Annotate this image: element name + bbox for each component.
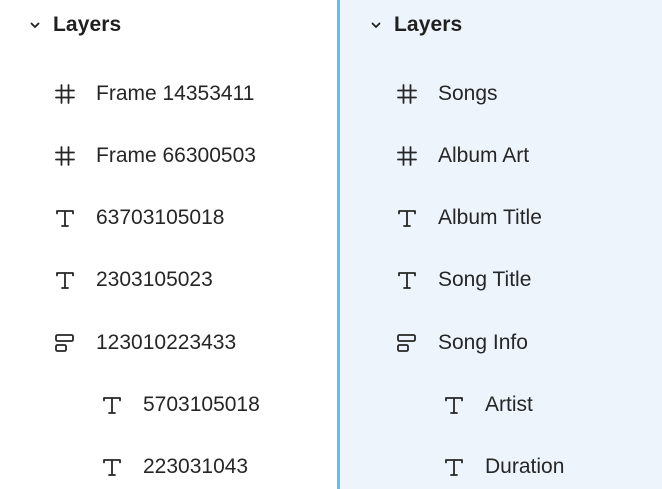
text-icon — [100, 455, 124, 479]
layer-row-text[interactable]: Artist — [442, 387, 533, 423]
chevron-down-icon[interactable] — [370, 19, 382, 31]
left-layers-panel: Layers Frame 14353411 Frame 66300503 637… — [0, 0, 337, 489]
right-layers-panel: Layers Songs Album Art Album Title Song — [340, 0, 662, 489]
layer-label: 2303105023 — [96, 268, 213, 291]
text-icon — [442, 393, 466, 417]
layer-row-text[interactable]: Duration — [442, 449, 564, 485]
layer-label: 63703105018 — [96, 206, 225, 229]
text-icon — [395, 206, 419, 230]
chevron-down-icon[interactable] — [29, 19, 41, 31]
text-icon — [100, 393, 124, 417]
layers-header[interactable]: Layers — [370, 10, 462, 40]
layers-header-label: Layers — [394, 13, 463, 36]
layer-label: Duration — [485, 455, 565, 478]
layer-label: 223031043 — [143, 455, 249, 478]
auto-layout-icon — [395, 331, 419, 355]
layer-label: Song Title — [438, 268, 532, 291]
layers-header-label: Layers — [53, 13, 122, 36]
layer-row-text[interactable]: 5703105018 — [100, 387, 260, 423]
layer-row-text[interactable]: 63703105018 — [53, 200, 224, 236]
text-icon — [53, 268, 77, 292]
layer-row-auto-layout[interactable]: 123010223433 — [53, 325, 236, 361]
layer-row-auto-layout[interactable]: Song Info — [395, 325, 528, 361]
layer-row-text[interactable]: 223031043 — [100, 449, 248, 485]
layer-row-text[interactable]: 2303105023 — [53, 262, 213, 298]
layer-label: Frame 14353411 — [96, 82, 255, 105]
layer-label: Album Art — [438, 144, 530, 167]
layer-label: Album Title — [438, 206, 542, 229]
frame-icon — [53, 144, 77, 168]
text-icon — [395, 268, 419, 292]
layer-row-text[interactable]: Song Title — [395, 262, 531, 298]
layer-row-text[interactable]: Album Title — [395, 200, 542, 236]
layer-label: 123010223433 — [96, 331, 237, 354]
layers-comparison: Layers Frame 14353411 Frame 66300503 637… — [0, 0, 662, 489]
auto-layout-icon — [53, 331, 77, 355]
text-icon — [53, 206, 77, 230]
layer-row-frame[interactable]: Album Art — [395, 138, 529, 174]
frame-icon — [53, 82, 77, 106]
layer-row-frame[interactable]: Songs — [395, 76, 498, 112]
text-icon — [442, 455, 466, 479]
frame-icon — [395, 144, 419, 168]
frame-icon — [395, 82, 419, 106]
layer-label: Songs — [438, 82, 498, 105]
layer-row-frame[interactable]: Frame 66300503 — [53, 138, 256, 174]
layer-label: 5703105018 — [143, 393, 260, 416]
layer-label: Artist — [485, 393, 533, 416]
layer-row-frame[interactable]: Frame 14353411 — [53, 76, 254, 112]
layer-label: Song Info — [438, 331, 528, 354]
layers-header[interactable]: Layers — [29, 10, 121, 40]
layer-label: Frame 66300503 — [96, 144, 256, 167]
